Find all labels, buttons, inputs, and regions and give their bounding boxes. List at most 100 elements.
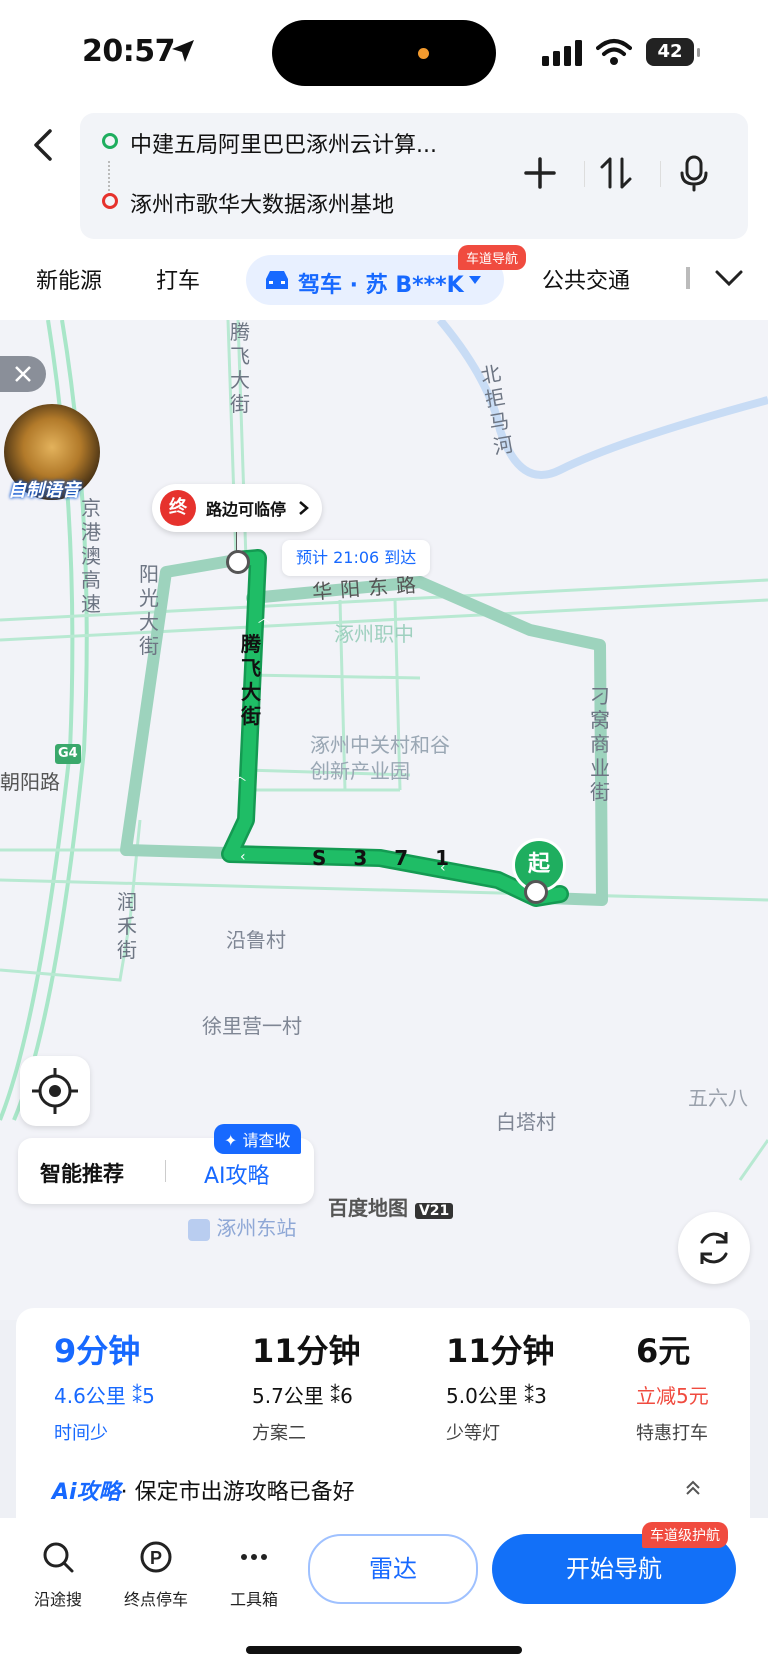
dynamic-island [272, 20, 496, 86]
poi-wuliuba[interactable]: 五六八 [688, 1082, 748, 1111]
roadside-stop-label: 路边可临停 [206, 500, 287, 519]
map-version: V21 [414, 1203, 454, 1219]
wifi-icon [596, 39, 632, 65]
road-label-s371: S 3 7 1 [312, 846, 460, 870]
signal-icon [542, 40, 582, 66]
destination-tooltip[interactable]: 终 路边可临停 [152, 484, 322, 532]
travel-mode-tabs: 新能源 打车 驾车 · 苏 B***K 车道导航 公共交通 [0, 245, 768, 315]
poi-yanlu[interactable]: 沿鲁村 [226, 924, 286, 953]
road-label-diaowo: 刁窝商业街 [590, 684, 610, 804]
voice-pack-label: 自制语音 [8, 480, 80, 501]
tab-public-transit[interactable]: 公共交通 [542, 263, 630, 295]
home-indicator [246, 1646, 522, 1654]
poi-east-station-label: 涿州东站 [216, 1216, 297, 1240]
microphone-icon [680, 155, 708, 192]
smart-recommend-label[interactable]: 智能推荐 [40, 1158, 124, 1188]
search-along-button[interactable]: 沿途搜 [18, 1540, 98, 1610]
svg-text:︿: ︿ [258, 611, 270, 625]
origin-pin-icon [102, 133, 118, 149]
poi-zgc[interactable]: 涿州中关村和谷创新产业园 [310, 732, 460, 784]
search-icon [43, 1542, 74, 1573]
destination-pin-icon [102, 193, 118, 209]
origin-field[interactable]: 中建五局阿里巴巴涿州云计算... [130, 127, 437, 159]
expand-panel-button[interactable] [684, 1478, 702, 1502]
close-voice-button[interactable] [0, 356, 46, 392]
close-icon [15, 366, 31, 382]
traffic-light-icon: ⁑ [524, 1384, 535, 1408]
poi-east-station[interactable]: 涿州东站 [188, 1212, 296, 1241]
radar-button[interactable]: 雷达 [308, 1534, 478, 1604]
toolbox-button[interactable]: 工具箱 [214, 1540, 294, 1610]
ai-guide-banner[interactable]: Ai攻略· 保定市出游攻略已备好 [52, 1474, 355, 1506]
plan-3-distance: 5.0公里 ⁑3 [446, 1384, 547, 1408]
plan-1-time: 9分钟 [54, 1332, 141, 1370]
plan-2-time: 11分钟 [252, 1332, 361, 1370]
road-label-jinggang: 京港澳高速 [81, 496, 101, 616]
ai-guide-link[interactable]: AI攻略 [204, 1158, 270, 1190]
tab-drive-label: 驾车 · 苏 B***K [298, 273, 464, 298]
route-connector [108, 161, 110, 195]
double-chevron-up-icon [686, 1480, 700, 1495]
swap-route-button[interactable] [596, 153, 636, 193]
map-logo-text: 百度地图 [328, 1196, 408, 1220]
destination-parking-button[interactable]: P 终点停车 [116, 1540, 196, 1610]
sparkle-icon: ✦ [224, 1131, 238, 1150]
poi-zhiye[interactable]: 涿州职中 [334, 618, 414, 647]
refresh-icon [700, 1232, 728, 1264]
lane-nav-badge: 车道导航 [458, 245, 527, 270]
plan-2[interactable]: 11分钟 5.7公里 ⁑6 方案二 [252, 1326, 361, 1445]
train-station-icon [188, 1218, 210, 1241]
more-icon [241, 1554, 267, 1560]
road-label-tengfei-top: 腾飞大街 [230, 320, 250, 416]
car-icon [266, 271, 288, 289]
plan-taxi-tag: 特惠打车 [636, 1423, 708, 1444]
plan-taxi-discount: 立减5元 [636, 1384, 709, 1408]
destination-parking-label: 终点停车 [123, 1590, 188, 1609]
svg-text:︿: ︿ [234, 769, 246, 783]
expand-tabs-button[interactable] [712, 261, 746, 299]
tab-taxi[interactable]: 打车 [156, 263, 200, 295]
traffic-light-icon: ⁑ [132, 1384, 143, 1408]
route-input-box: 中建五局阿里巴巴涿州云计算... 涿州市歌华大数据涿州基地 [80, 113, 748, 239]
route-plans-panel: 9分钟 4.6公里 ⁑5 时间少 11分钟 5.7公里 ⁑6 方案二 11分钟 … [16, 1308, 750, 1518]
plan-3[interactable]: 11分钟 5.0公里 ⁑3 少等灯 [446, 1326, 555, 1445]
chevron-left-icon [34, 129, 52, 161]
more-tabs-fade [686, 267, 690, 289]
poi-baita[interactable]: 白塔村 [496, 1106, 556, 1135]
traffic-light-icon: ⁑ [330, 1384, 341, 1408]
voice-input-button[interactable] [674, 153, 714, 193]
plan-1[interactable]: 9分钟 4.6公里 ⁑5 时间少 [54, 1326, 155, 1445]
locate-me-button[interactable] [20, 1056, 90, 1126]
status-bar: 20:57 42 [0, 0, 768, 105]
please-check-badge: ✦ 请查收 [214, 1124, 301, 1154]
please-check-label: 请查收 [242, 1131, 291, 1150]
ai-guide-text: · 保定市出游攻略已备好 [120, 1480, 355, 1505]
destination-field[interactable]: 涿州市歌华大数据涿州基地 [130, 187, 394, 219]
poi-xuliying[interactable]: 徐里营一村 [202, 1010, 302, 1039]
tab-new-energy[interactable]: 新能源 [36, 263, 102, 295]
destination-point [226, 550, 250, 574]
plan-1-tag: 时间少 [54, 1423, 108, 1444]
start-point [524, 880, 548, 904]
plan-2-tag: 方案二 [252, 1423, 306, 1444]
map-view[interactable]: ︿ ︿ ‹ ‹ G4 腾飞大街 京港澳高速 北拒马河 阳光大街 腾飞大街 华阳东… [0, 320, 768, 1320]
refresh-route-button[interactable] [678, 1212, 750, 1284]
back-button[interactable] [28, 125, 58, 165]
ai-guide-prefix: Ai攻略 [52, 1480, 121, 1505]
road-label-chaoyang: 朝阳路 [0, 770, 60, 794]
chevron-down-icon [715, 270, 743, 287]
voice-pack-widget[interactable]: 自制语音 [0, 356, 108, 506]
route-header: 中建五局阿里巴巴涿州云计算... 涿州市歌华大数据涿州基地 新能源 打车 驾车 … [0, 105, 768, 320]
crosshair-icon [32, 1068, 78, 1114]
plus-icon [524, 157, 556, 189]
chevron-right-icon [299, 501, 309, 515]
plan-taxi[interactable]: 6元 立减5元 特惠打车 [636, 1326, 709, 1445]
svg-text:‹: ‹ [240, 849, 246, 865]
road-label-runhe: 润禾街 [117, 890, 137, 962]
plan-2-distance: 5.7公里 ⁑6 [252, 1384, 353, 1408]
road-label-yangguang: 阳光大街 [139, 562, 159, 658]
svg-text:P: P [150, 1548, 162, 1568]
road-label-tengfei: 腾飞大街 [241, 632, 261, 728]
add-waypoint-button[interactable] [520, 153, 560, 193]
bottom-action-bar: 沿途搜 P 终点停车 工具箱 雷达 开始导航 车道级护航 [0, 1518, 768, 1665]
